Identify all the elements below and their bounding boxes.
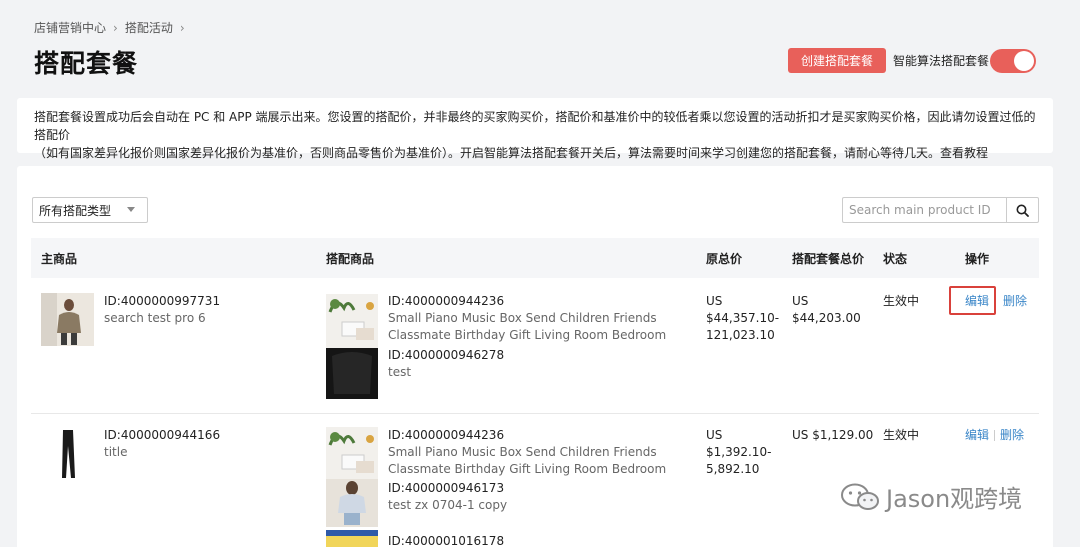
bundle-item-id: ID:4000000944236: [388, 294, 505, 308]
bundle-type-select[interactable]: 所有搭配类型: [32, 197, 148, 223]
watermark-text: Jason观跨境: [886, 485, 1023, 513]
product-image: [41, 293, 94, 346]
bundle-item-name: Classmate Birthday Gift Living Room Bedr…: [388, 328, 667, 342]
bundle-total-price: US $44,203.00: [792, 294, 861, 325]
notice-line-2: （如有国家差异化报价则国家差异化报价为基准价，否则商品零售价为基准价）。开启智能…: [34, 146, 989, 160]
header-main-product: 主商品: [41, 252, 78, 266]
product-image: [326, 294, 378, 348]
notice-line-1: 搭配套餐设置成功后会自动在 PC 和 APP 端展示出来。您设置的搭配价，并非最…: [34, 110, 1036, 142]
main-product-id: ID:4000000944166: [104, 428, 221, 442]
bundle-item-id: ID:4000000946173: [388, 481, 505, 495]
bundle-item-name: Small Piano Music Box Send Children Frie…: [388, 311, 657, 325]
header-bundle-total: 搭配套餐总价: [792, 252, 865, 266]
main-product-name: search test pro 6: [104, 311, 206, 325]
info-notice: 搭配套餐设置成功后会自动在 PC 和 APP 端展示出来。您设置的搭配价，并非最…: [17, 98, 1053, 160]
breadcrumb-item-bundle-activity[interactable]: 搭配活动: [125, 19, 173, 36]
bundle-item-id: ID:4000000946278: [388, 348, 505, 362]
bundle-item-id: ID:4000000944236: [388, 428, 505, 442]
original-total-price: US $1,392.10- 5,892.10: [706, 428, 772, 476]
product-image: [326, 427, 378, 479]
bundle-type-select-value: 所有搭配类型: [39, 203, 112, 218]
delete-link[interactable]: 删除: [1003, 293, 1027, 310]
original-total-price: US $44,357.10- 121,023.10: [706, 294, 780, 342]
product-image: [326, 479, 378, 527]
status-text: 生效中: [883, 428, 920, 442]
watermark: Jason观跨境: [840, 479, 1022, 514]
wechat-icon: [841, 483, 879, 510]
toggle-knob: [1014, 51, 1034, 71]
smart-bundle-toggle[interactable]: [990, 49, 1036, 73]
chevron-right-icon: ›: [113, 20, 118, 35]
table-row: ID:4000000997731 search test pro 6 ID:40…: [31, 278, 1039, 414]
bundle-item-name: test zx 0704-1 copy: [388, 498, 508, 512]
tutorial-link[interactable]: 查看教程: [940, 146, 988, 160]
header-original-total: 原总价: [706, 252, 743, 266]
caret-down-icon: [127, 207, 135, 212]
create-bundle-button[interactable]: 创建搭配套餐: [788, 48, 886, 73]
bundle-item-name: Classmate Birthday Gift Living Room Bedr…: [388, 462, 667, 476]
header-status: 状态: [883, 252, 908, 266]
edit-link[interactable]: 编辑: [965, 428, 989, 442]
delete-link[interactable]: 删除: [1000, 428, 1024, 442]
action-separator: [994, 430, 996, 441]
search-icon: [1016, 204, 1029, 217]
header-action: 操作: [965, 252, 990, 266]
breadcrumb-item-marketing-center[interactable]: 店铺营销中心: [34, 19, 106, 36]
breadcrumb: 店铺营销中心 › 搭配活动 ›: [34, 19, 192, 36]
edit-link[interactable]: 编辑: [965, 293, 989, 310]
search-button[interactable]: [1006, 197, 1039, 223]
page-title: 搭配套餐: [34, 49, 139, 78]
product-image: [326, 530, 378, 547]
bundle-item-name: test: [388, 365, 412, 379]
row-actions: 编辑 删除: [965, 427, 1024, 444]
bundle-item-name: Small Piano Music Box Send Children Frie…: [388, 445, 657, 459]
product-image: [41, 428, 94, 482]
main-product-id: ID:4000000997731: [104, 294, 221, 308]
header-bundle-products: 搭配商品: [326, 252, 375, 266]
table-header: 主商品 搭配商品 原总价 搭配套餐总价 状态 操作: [31, 238, 1039, 278]
bundle-item-id: ID:4000001016178: [388, 534, 505, 547]
chevron-right-icon: ›: [179, 20, 185, 35]
status-text: 生效中: [883, 294, 920, 308]
product-image: [326, 348, 378, 399]
main-product-name: title: [104, 445, 128, 459]
smart-bundle-label: 智能算法搭配套餐: [893, 54, 990, 68]
bundle-total-price: US $1,129.00: [792, 428, 874, 442]
search-main-product-input[interactable]: [842, 197, 1006, 223]
